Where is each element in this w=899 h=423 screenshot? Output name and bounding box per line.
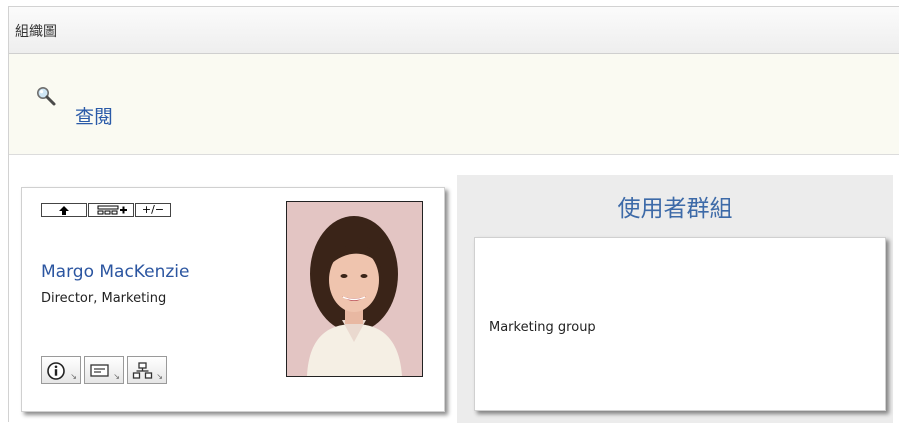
group-card: Marketing group [474, 237, 886, 411]
toolbar: 查閱 [9, 54, 899, 155]
info-icon [47, 362, 65, 380]
expand-reports-button[interactable] [88, 203, 134, 217]
up-arrow-icon [59, 206, 69, 215]
email-icon [90, 364, 109, 377]
user-groups-panel: 使用者群組 Marketing group [457, 175, 893, 423]
card-nav-buttons: +/− [41, 203, 172, 217]
dropdown-arrow-icon: ↘ [70, 372, 77, 381]
window-title: 組織圖 [15, 24, 57, 40]
user-groups-heading: 使用者群組 [617, 196, 733, 222]
org-chart-content: +/− Margo MacKenzie Director, Marketing … [9, 155, 899, 423]
info-button[interactable]: ↘ [41, 356, 81, 384]
card-actions: ↘ ↘ ↘ [41, 356, 170, 386]
view-label: 查閱 [75, 106, 114, 128]
group-item[interactable]: Marketing group [489, 320, 596, 335]
org-expand-icon [97, 205, 127, 215]
dropdown-arrow-icon: ↘ [156, 372, 163, 381]
org-chart-icon [132, 362, 153, 379]
dropdown-arrow-icon: ↘ [113, 372, 120, 381]
person-job-title: Director, Marketing [41, 291, 167, 306]
email-button[interactable]: ↘ [84, 356, 124, 384]
person-name[interactable]: Margo MacKenzie [41, 262, 189, 282]
person-card: +/− Margo MacKenzie Director, Marketing … [21, 187, 445, 412]
go-up-button[interactable] [41, 203, 87, 217]
org-chart-window: 組織圖 查閱 +/− Margo MacKenzie Director, Mar… [8, 6, 899, 423]
expand-collapse-button[interactable]: +/− [135, 203, 171, 217]
org-chart-button[interactable]: ↘ [127, 356, 167, 384]
window-titlebar: 組織圖 [9, 7, 899, 54]
magnifier-icon [37, 87, 56, 106]
person-photo [286, 201, 423, 377]
